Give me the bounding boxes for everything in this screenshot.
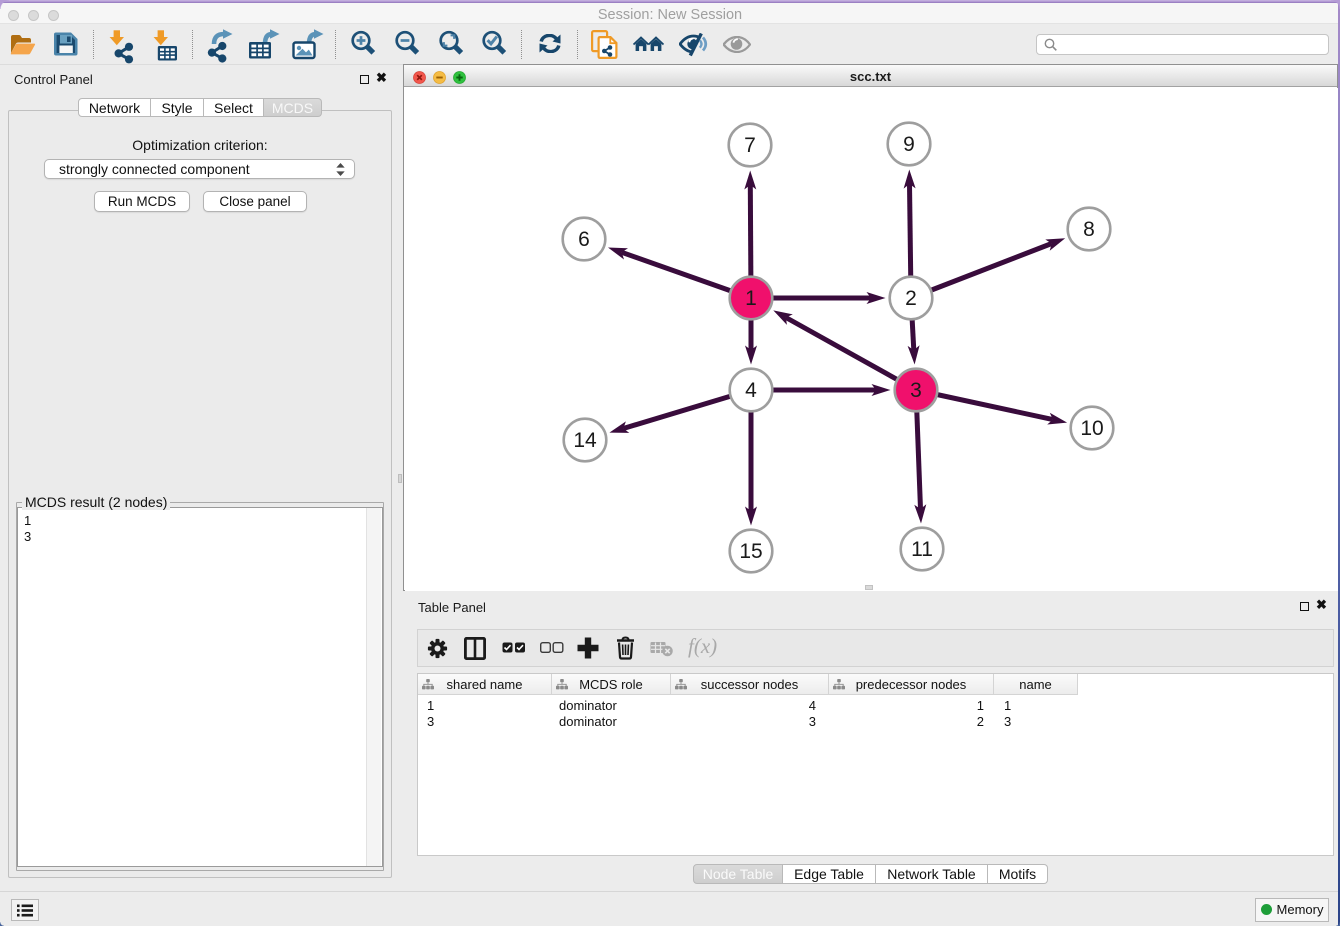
svg-text:7: 7 bbox=[744, 134, 756, 157]
svg-text:9: 9 bbox=[903, 133, 915, 156]
svg-text:1: 1 bbox=[745, 287, 757, 310]
svg-text:2: 2 bbox=[905, 287, 917, 310]
svg-text:8: 8 bbox=[1083, 218, 1095, 241]
svg-text:4: 4 bbox=[745, 379, 757, 402]
svg-text:15: 15 bbox=[739, 540, 762, 563]
svg-text:11: 11 bbox=[911, 538, 933, 561]
svg-text:6: 6 bbox=[578, 228, 590, 251]
svg-text:10: 10 bbox=[1080, 417, 1103, 440]
svg-text:14: 14 bbox=[573, 429, 597, 452]
svg-text:3: 3 bbox=[910, 379, 922, 402]
